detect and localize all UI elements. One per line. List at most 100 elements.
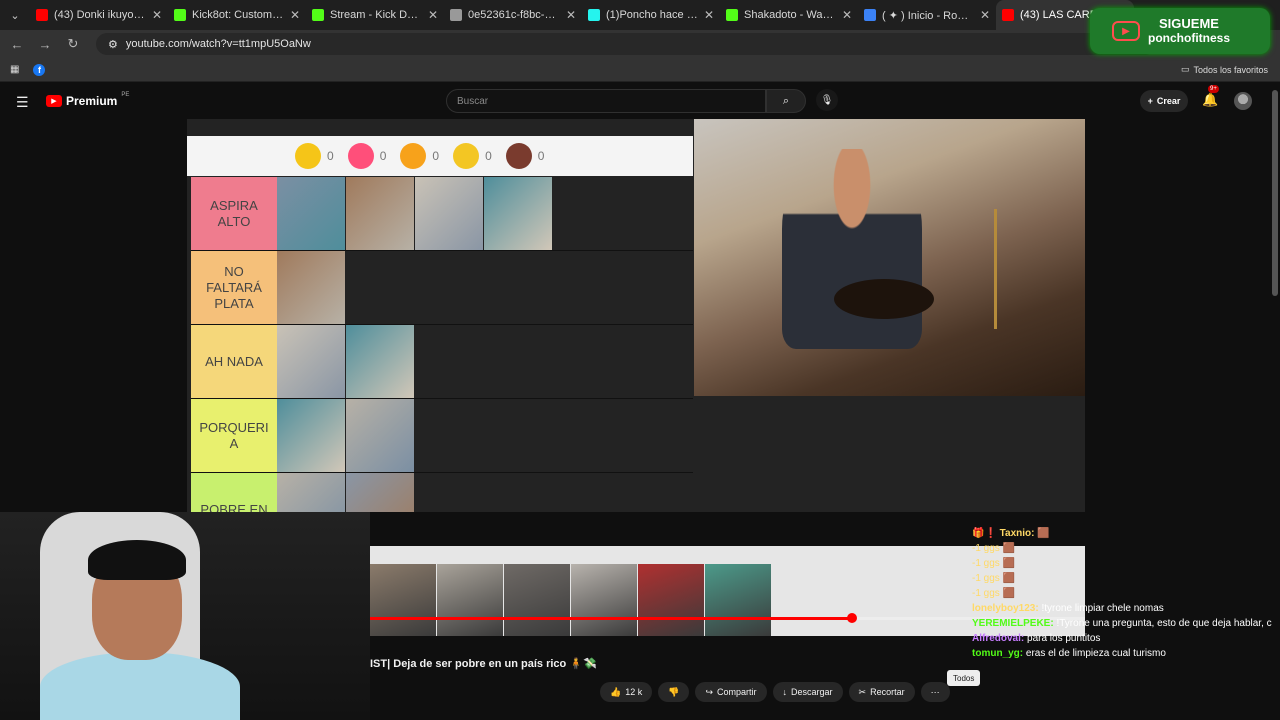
reaction-item[interactable]: 0 xyxy=(453,143,492,169)
close-tab-icon[interactable]: ✕ xyxy=(566,8,576,22)
more-actions-icon[interactable]: ⋯ xyxy=(920,682,950,702)
reaction-count: 0 xyxy=(379,149,387,163)
dislike-button[interactable]: 👎 xyxy=(658,682,690,702)
chat-text: 🟫 xyxy=(1037,528,1050,539)
reaction-item[interactable]: 0 xyxy=(295,143,334,169)
tier-tile-image[interactable] xyxy=(346,325,415,398)
tab-favicon-icon xyxy=(450,9,462,21)
reaction-item[interactable]: 0 xyxy=(400,143,439,169)
chat-text: -1 ggs 🟫 xyxy=(972,588,1016,599)
tier-tile-image[interactable] xyxy=(277,177,346,250)
scale-icon xyxy=(994,209,1054,329)
tier-tile-image[interactable] xyxy=(277,399,346,472)
tab-favicon-icon xyxy=(1002,9,1014,21)
youtube-logo-icon: ▶ xyxy=(46,95,62,107)
progress-scrubber[interactable] xyxy=(847,613,857,623)
strip-thumbnail xyxy=(571,564,637,636)
tier-tile-image[interactable] xyxy=(346,399,415,472)
folder-icon: ▭ xyxy=(1180,64,1190,74)
menu-icon[interactable]: ☰ xyxy=(16,94,29,111)
chat-message: -1 ggs 🟫 xyxy=(972,541,1272,556)
chat-username: YEREMIELPEKE: xyxy=(972,618,1054,629)
scissors-icon: ✂ xyxy=(858,686,867,697)
chat-text: -1 ggs 🟫 xyxy=(972,558,1016,569)
reaction-item[interactable]: 0 xyxy=(505,143,544,169)
tab-favicon-icon xyxy=(726,9,738,21)
back-icon[interactable]: ← xyxy=(8,35,26,53)
search-icon[interactable]: ⌕ xyxy=(766,89,806,113)
strip-thumbnail xyxy=(705,564,771,636)
webcam-shirt xyxy=(40,652,240,720)
forward-icon[interactable]: → xyxy=(36,35,54,53)
browser-tab[interactable]: (1)Poncho hace torneos d ✕ xyxy=(582,0,720,30)
tier-row: NO FALTARÁ PLATA xyxy=(191,251,693,325)
facebook-icon[interactable]: f xyxy=(33,63,46,76)
url-field[interactable]: ⚙ youtube.com/watch?v=tt1mpU5OaNw xyxy=(96,33,1156,55)
close-tab-icon[interactable]: ✕ xyxy=(704,8,714,22)
bookmarks-bar: ▦ f ▭ Todos los favoritos xyxy=(0,58,1280,82)
tab-title: Kick8ot: Customizable Ch xyxy=(192,9,284,21)
youtube-logo[interactable]: ▶ Premium PE xyxy=(46,92,129,108)
tier-label: PORQUERI A xyxy=(191,399,277,472)
tab-search-icon[interactable]: ⌄ xyxy=(0,0,30,30)
todos-chip[interactable]: Todos xyxy=(947,670,981,686)
clip-button[interactable]: ✂ Recortar xyxy=(848,682,915,702)
like-button[interactable]: 👍 12 k xyxy=(600,682,653,702)
tier-row: AH NADA xyxy=(191,325,693,399)
tier-tile-image[interactable] xyxy=(415,177,484,250)
close-tab-icon[interactable]: ✕ xyxy=(152,8,162,22)
site-info-icon[interactable]: ⚙ xyxy=(108,38,118,51)
browser-tab[interactable]: 0e52361c-f8bc-485b-bca ✕ xyxy=(444,0,582,30)
apps-grid-icon[interactable]: ▦ xyxy=(10,64,19,75)
thumbs-up-icon: 👍 xyxy=(610,686,622,697)
browser-tab[interactable]: Stream - Kick Dashboard ✕ xyxy=(306,0,444,30)
tab-title: Shakadoto - Watch clips xyxy=(744,9,836,21)
browser-tab[interactable]: ( ✦ ) Inicio - Roblox ✕ xyxy=(858,0,996,30)
promo-line2: ponchofitness xyxy=(1148,31,1231,45)
tier-tile-image[interactable] xyxy=(346,177,415,250)
search-input[interactable]: Buscar xyxy=(446,89,766,113)
youtube-header: ☰ ▶ Premium PE Buscar ⌕ 🎙 + Crear 🔔 9+ xyxy=(0,82,1280,120)
avatar[interactable] xyxy=(1234,92,1252,110)
tier-tile-image[interactable] xyxy=(346,473,415,512)
tab-title: ( ✦ ) Inicio - Roblox xyxy=(882,9,974,22)
tier-tile-image[interactable] xyxy=(277,325,346,398)
tier-label: AH NADA xyxy=(191,325,277,398)
reaction-emoji-icon xyxy=(453,143,480,169)
tier-tile-image[interactable] xyxy=(484,177,553,250)
create-button[interactable]: + Crear xyxy=(1140,90,1188,112)
tier-row: PORQUERI A xyxy=(191,399,693,473)
chat-username: 🎁❗ Taxnio: xyxy=(972,528,1035,539)
close-tab-icon[interactable]: ✕ xyxy=(980,8,990,22)
chat-text: para los puntitos xyxy=(1027,633,1101,644)
reaction-item[interactable]: 0 xyxy=(347,143,387,169)
close-tab-icon[interactable]: ✕ xyxy=(842,8,852,22)
lawyer-photo xyxy=(694,119,1085,396)
browser-tab[interactable]: Shakadoto - Watch clips ✕ xyxy=(720,0,858,30)
reaction-emoji-icon xyxy=(400,143,427,169)
browser-tab[interactable]: Kick8ot: Customizable Ch ✕ xyxy=(168,0,306,30)
page-scrollbar[interactable] xyxy=(1272,90,1278,296)
close-tab-icon[interactable]: ✕ xyxy=(290,8,300,22)
progress-fill xyxy=(370,617,855,620)
all-bookmarks[interactable]: ▭ Todos los favoritos xyxy=(1181,64,1268,75)
microphone-icon[interactable]: 🎙 xyxy=(816,89,838,111)
webcam-hair xyxy=(88,540,186,580)
download-button[interactable]: ↓ Descargar xyxy=(772,682,843,702)
chat-message: lonelyboy123: !tyrone limpiar chele noma… xyxy=(972,601,1272,616)
tab-favicon-icon xyxy=(312,9,324,21)
video-player[interactable]: 0 0 0 0 0 ASPIRA ALTO NO FALTARÁ PLATA AH NADA… xyxy=(187,119,1085,512)
tab-title: (43) Donki ikuyo (Extende xyxy=(54,9,146,21)
notifications-icon[interactable]: 🔔 xyxy=(1202,92,1218,108)
reload-icon[interactable]: ↻ xyxy=(64,35,82,53)
tier-tile-image[interactable] xyxy=(277,251,346,324)
chat-message: 🎁❗ Taxnio: 🟫 xyxy=(972,526,1272,541)
browser-tab[interactable]: (43) Donki ikuyo (Extende ✕ xyxy=(30,0,168,30)
close-tab-icon[interactable]: ✕ xyxy=(428,8,438,22)
tier-label: ASPIRA ALTO xyxy=(191,177,277,250)
chat-message: Alfredoval: para los puntitos xyxy=(972,631,1272,646)
reaction-count: 0 xyxy=(432,149,440,163)
stream-overlay-promo: ▶ SIGUEME ponchofitness xyxy=(1090,8,1270,54)
tier-tile-image[interactable] xyxy=(277,473,346,512)
share-button[interactable]: ↪ Compartir xyxy=(695,682,767,702)
